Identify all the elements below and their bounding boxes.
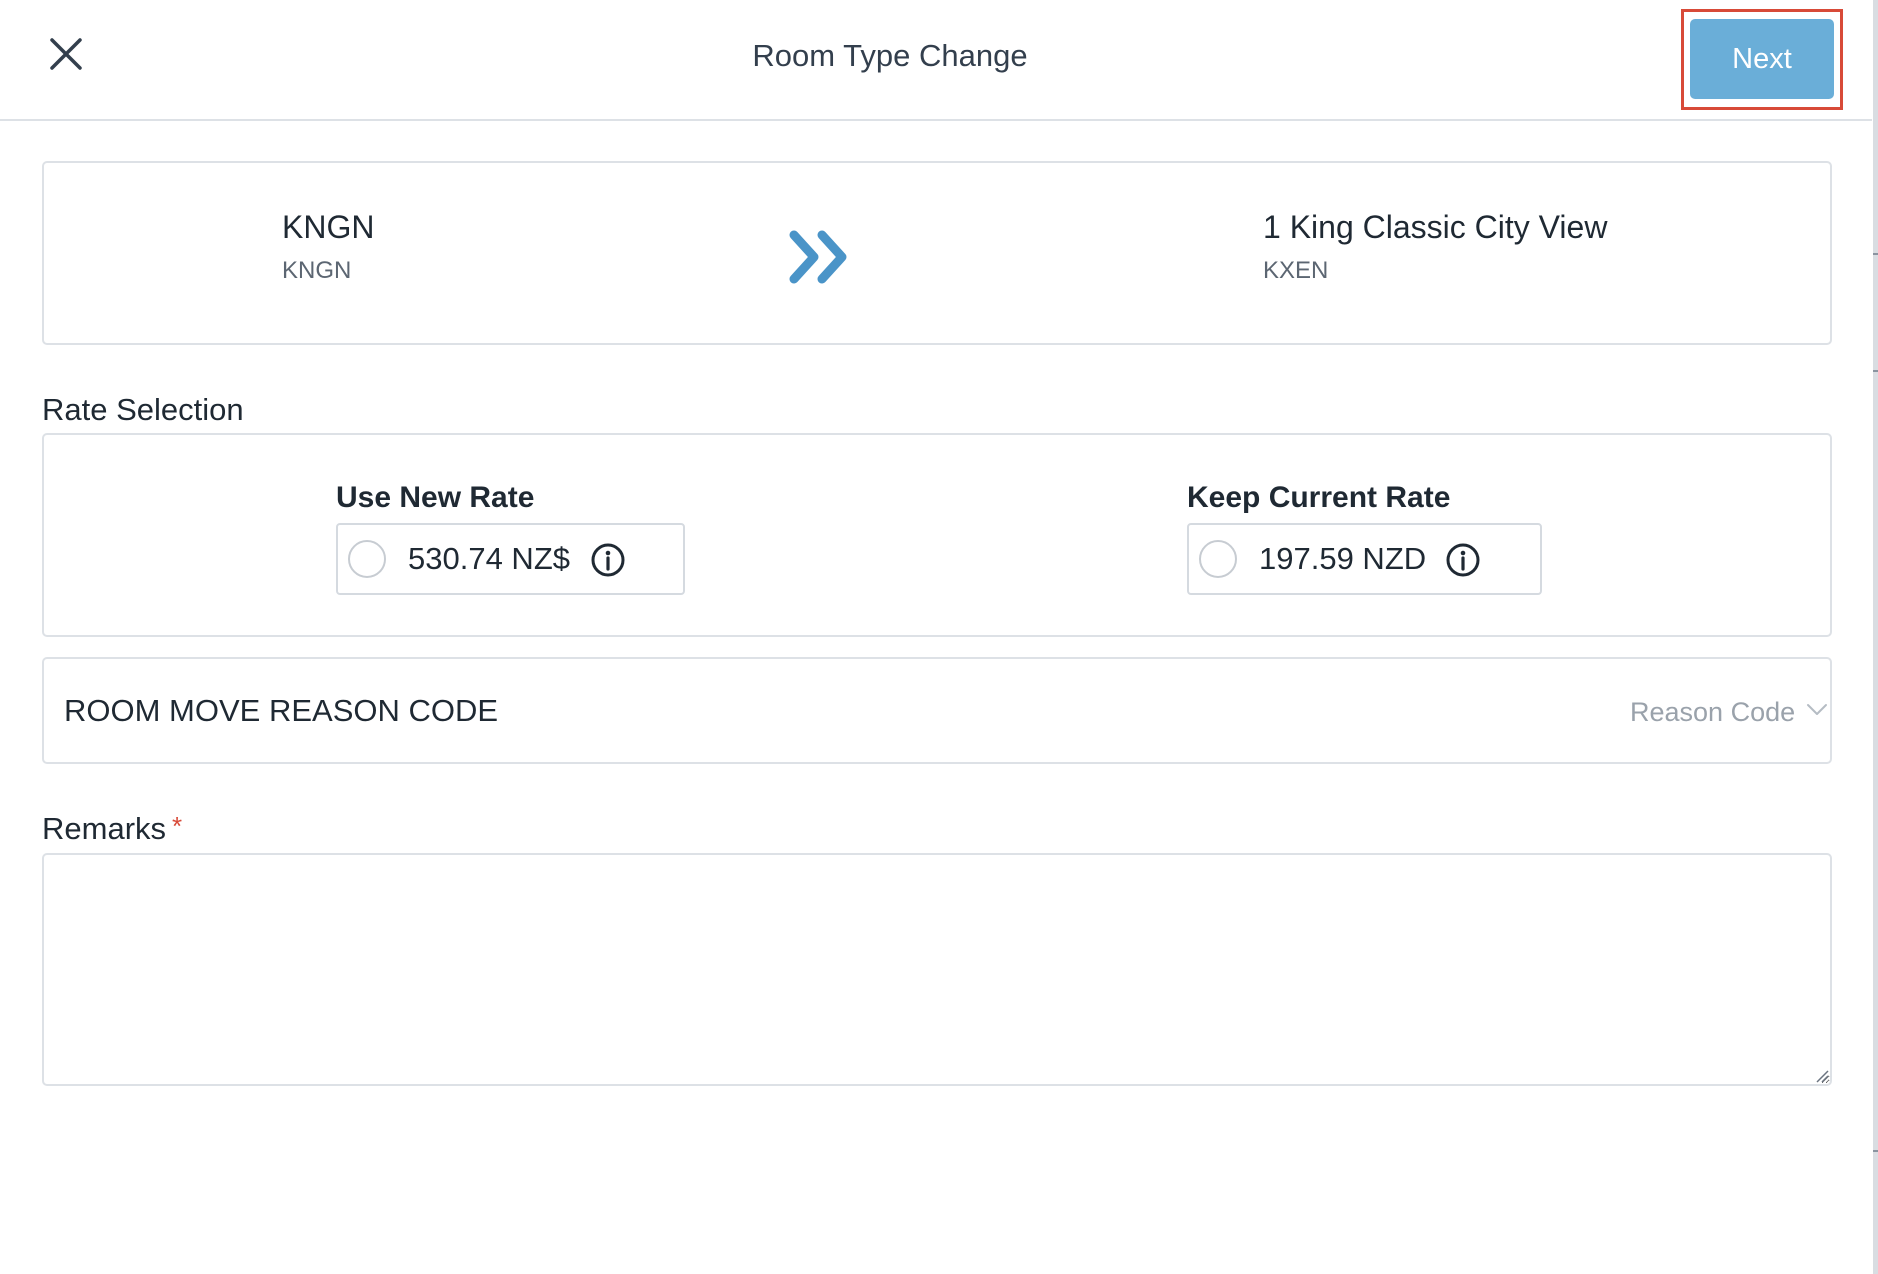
new-rate-heading: Use New Rate [336,481,535,514]
reason-code-placeholder: Reason Code [1630,697,1796,727]
page: Room Type Change Next KNGN KNGN 1 King C… [0,0,1878,1274]
new-rate-value: 530.74 NZ$ [408,541,570,576]
dialog-title: Room Type Change [752,38,1028,73]
background-edge-mark [1873,253,1878,255]
new-rate-radio[interactable] [348,540,386,578]
current-rate-value: 197.59 NZD [1259,541,1427,576]
room-move-reason-row: ROOM MOVE REASON CODE Reason Code [42,657,1832,764]
required-indicator: * [172,811,183,841]
remarks-textarea[interactable] [42,853,1832,1086]
double-chevron-right-icon [789,230,847,284]
next-button[interactable]: Next [1690,19,1834,99]
from-room-code: KNGN [282,257,352,284]
reason-code-label: ROOM MOVE REASON CODE [64,693,499,728]
room-change-summary: KNGN KNGN 1 King Classic City View KXEN [42,161,1832,345]
reason-code-dropdown[interactable]: Reason Code [1584,689,1827,735]
background-edge-mark [1873,370,1878,372]
remarks-label: Remarks * [42,811,182,847]
room-type-change-dialog: Room Type Change Next KNGN KNGN 1 King C… [0,0,1872,1274]
chevron-down-icon [1807,704,1827,715]
dialog-header: Room Type Change Next [0,0,1872,121]
remarks-label-text: Remarks [42,811,167,846]
to-room-code: KXEN [1263,257,1329,284]
background-window-edge [1873,0,1878,1274]
from-room-name: KNGN [282,209,375,245]
info-circle-icon[interactable] [1445,542,1481,578]
background-edge-mark [1873,1150,1878,1152]
info-circle-icon[interactable] [590,542,626,578]
to-room-name: 1 King Classic City View [1263,209,1608,245]
new-rate-option[interactable]: 530.74 NZ$ [336,523,685,595]
rate-selection-label: Rate Selection [42,392,244,427]
current-rate-heading: Keep Current Rate [1187,481,1451,514]
current-rate-option[interactable]: 197.59 NZD [1187,523,1542,595]
current-rate-radio[interactable] [1199,540,1237,578]
rate-selection-panel: Use New Rate 530.74 NZ$ Keep Current Rat… [42,433,1832,637]
resize-handle-icon[interactable] [1815,1069,1829,1083]
